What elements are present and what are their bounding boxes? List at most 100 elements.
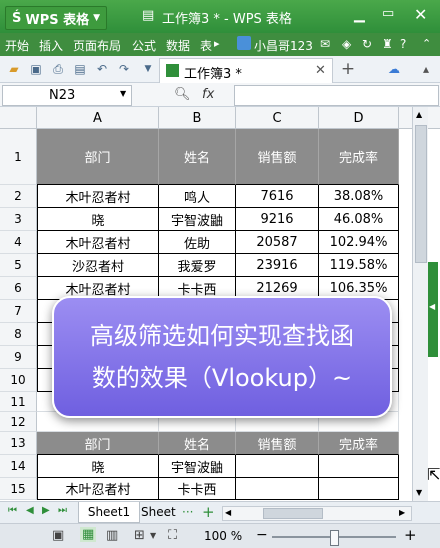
table-cell[interactable]: 沙忍者村 [37, 254, 159, 277]
table-cell[interactable]: 晓 [37, 455, 159, 478]
minimize-icon[interactable]: ▁ [354, 7, 365, 23]
collapse-ribbon-icon[interactable]: ⌃ [422, 37, 431, 50]
row-header[interactable]: 15 [0, 478, 37, 500]
table-cell[interactable]: 宇智波鼬 [159, 208, 236, 231]
side-panel-arrow-icon[interactable]: ◀ [429, 302, 435, 311]
shirt-icon[interactable]: ♜ [382, 37, 393, 51]
column-header-d[interactable]: D [319, 107, 399, 129]
table-cell[interactable]: 102.94% [319, 231, 399, 254]
page-layout-view-icon[interactable]: ▥ [106, 528, 118, 543]
more-sheets-button[interactable]: ··· [182, 505, 193, 519]
table-cell[interactable]: 木叶忍者村 [37, 185, 159, 208]
column-header-a[interactable]: A [37, 107, 159, 129]
menu-item-data[interactable]: 数据 [166, 37, 190, 54]
help-icon[interactable]: ? [400, 37, 406, 51]
row-header[interactable]: 6 [0, 277, 37, 300]
mail-icon[interactable]: ✉ [320, 37, 330, 51]
menu-item-insert[interactable]: 插入 [39, 37, 63, 54]
row-header[interactable]: 13 [0, 432, 37, 455]
zoom-in-button[interactable]: + [404, 526, 417, 544]
table-cell[interactable] [236, 478, 319, 500]
table-cell[interactable]: 销售额 [236, 129, 319, 185]
scroll-left-icon[interactable]: ◀ [225, 508, 231, 517]
row-header[interactable]: 8 [0, 323, 37, 346]
save-icon[interactable]: ▣ [28, 61, 44, 77]
table-cell[interactable]: 9216 [236, 208, 319, 231]
table-cell[interactable]: 木叶忍者村 [37, 231, 159, 254]
save-status-icon[interactable]: ▣ [52, 528, 64, 543]
user-name[interactable]: 小昌哥123 [254, 37, 313, 54]
print-icon[interactable]: ⎙ [50, 61, 66, 77]
table-cell[interactable]: 姓名 [159, 129, 236, 185]
scroll-right-icon[interactable]: ▶ [399, 508, 405, 517]
menu-item-home[interactable]: 开始 [5, 37, 29, 54]
table-cell[interactable]: 7616 [236, 185, 319, 208]
view-dropdown-icon[interactable]: ▼ [150, 531, 156, 540]
table-cell[interactable] [319, 478, 399, 500]
open-folder-icon[interactable]: ▰ [6, 61, 22, 77]
sheet-tab-sheet2[interactable]: Sheet [141, 505, 176, 519]
row-header[interactable]: 7 [0, 300, 37, 323]
table-cell[interactable]: 部门 [37, 432, 159, 455]
menu-item-page-layout[interactable]: 页面布局 [73, 37, 121, 54]
print-preview-icon[interactable]: ▤ [72, 61, 88, 77]
table-cell[interactable]: 完成率 [319, 129, 399, 185]
table-cell[interactable]: 我爱罗 [159, 254, 236, 277]
table-cell[interactable]: 119.58% [319, 254, 399, 277]
ribbon-toggle-icon[interactable]: ▴ [418, 61, 434, 77]
row-header[interactable]: 2 [0, 185, 37, 208]
overflow-chevron-icon[interactable]: ▸ [214, 37, 220, 50]
toolbar-dropdown-icon[interactable]: ▼ [140, 61, 156, 77]
table-cell[interactable]: 部门 [37, 129, 159, 185]
sheet-tab-sheet1[interactable]: Sheet1 [78, 502, 140, 523]
add-sheet-button[interactable]: + [202, 503, 215, 521]
row-header[interactable]: 11 [0, 392, 37, 412]
select-all-corner[interactable] [0, 107, 37, 129]
last-sheet-icon[interactable]: ⏭ [58, 505, 67, 516]
column-header-c[interactable]: C [236, 107, 319, 129]
table-cell[interactable]: 46.08% [319, 208, 399, 231]
table-cell[interactable]: 38.08% [319, 185, 399, 208]
menu-item-table[interactable]: 表 [200, 37, 212, 54]
table-cell[interactable] [236, 455, 319, 478]
table-cell[interactable]: 晓 [37, 208, 159, 231]
row-header[interactable]: 10 [0, 369, 37, 392]
new-tab-icon[interactable]: + [340, 59, 356, 79]
sync-icon[interactable]: ↻ [362, 37, 372, 51]
undo-icon[interactable]: ↶ [94, 61, 110, 77]
h-scroll-thumb[interactable] [263, 508, 323, 519]
zoom-out-button[interactable]: − [256, 527, 268, 543]
formula-input[interactable] [234, 85, 439, 106]
table-cell[interactable] [319, 455, 399, 478]
row-header[interactable]: 5 [0, 254, 37, 277]
row-header[interactable]: 12 [0, 412, 37, 432]
redo-icon[interactable]: ↷ [116, 61, 132, 77]
name-box[interactable]: N23 ▼ [2, 85, 132, 106]
page-break-view-icon[interactable]: ⊞ [134, 528, 145, 543]
zoom-level[interactable]: 100 % [204, 529, 242, 543]
zoom-search-icon[interactable]: 🔍︎ [174, 87, 191, 102]
table-cell[interactable]: 姓名 [159, 432, 236, 455]
document-tab[interactable]: 工作簿3 * ✕ [159, 58, 333, 84]
fullscreen-icon[interactable]: ⛶ [168, 528, 177, 543]
menu-item-formula[interactable]: 公式 [132, 37, 156, 54]
scroll-up-icon[interactable]: ▲ [416, 110, 422, 119]
table-cell[interactable]: 23916 [236, 254, 319, 277]
first-sheet-icon[interactable]: ⏮ [8, 505, 17, 516]
row-header[interactable]: 1 [0, 129, 37, 185]
table-cell[interactable]: 木叶忍者村 [37, 478, 159, 500]
row-header[interactable]: 14 [0, 455, 37, 478]
close-tab-icon[interactable]: ✕ [315, 63, 326, 78]
chevron-down-icon[interactable]: ▼ [120, 89, 126, 98]
wps-menu-button[interactable]: Ś WPS 表格 ▼ [5, 6, 108, 30]
table-cell[interactable]: 销售额 [236, 432, 319, 455]
fx-button[interactable]: fx [202, 87, 214, 102]
restore-icon[interactable]: ▭ [382, 6, 394, 21]
scroll-down-icon[interactable]: ▼ [416, 488, 422, 497]
zoom-slider-handle[interactable] [330, 530, 339, 546]
prev-sheet-icon[interactable]: ◀ [26, 505, 34, 516]
close-icon[interactable]: ✕ [414, 5, 427, 24]
cloud-icon[interactable]: ☁ [386, 61, 402, 77]
row-header[interactable]: 4 [0, 231, 37, 254]
table-cell[interactable]: 完成率 [319, 432, 399, 455]
